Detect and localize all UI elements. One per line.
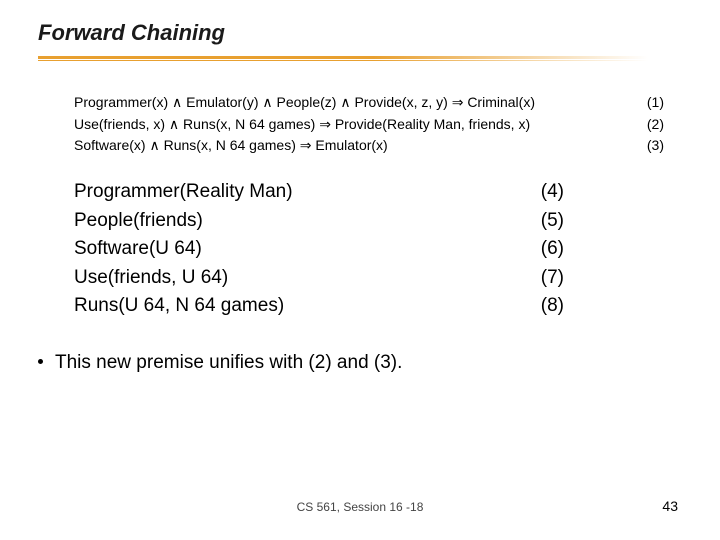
fact-number: (6) <box>520 235 564 264</box>
fact-row: Use(friends, U 64) (7) <box>74 264 564 293</box>
bullet-text: This new premise unifies with (2) and (3… <box>55 352 402 373</box>
title-underline <box>38 56 648 61</box>
fact-row: People(friends) (5) <box>74 207 564 236</box>
slide-title: Forward Chaining <box>38 20 225 46</box>
fact-text: Runs(U 64, N 64 games) <box>74 292 520 321</box>
fact-number: (4) <box>520 178 564 207</box>
fact-number: (5) <box>520 207 564 236</box>
rule-number: (2) <box>624 114 664 136</box>
rule-text: Use(friends, x) ∧ Runs(x, N 64 games) ⇒ … <box>74 114 624 136</box>
bullet-point: This new premise unifies with (2) and (3… <box>38 352 402 374</box>
rule-row: Programmer(x) ∧ Emulator(y) ∧ People(z) … <box>74 92 664 114</box>
fact-row: Software(U 64) (6) <box>74 235 564 264</box>
fact-text: People(friends) <box>74 207 520 236</box>
rule-row: Use(friends, x) ∧ Runs(x, N 64 games) ⇒ … <box>74 114 664 136</box>
fact-text: Use(friends, U 64) <box>74 264 520 293</box>
footer-text: CS 561, Session 16 -18 <box>0 500 720 514</box>
bullet-dot-icon <box>38 359 43 364</box>
fact-text: Software(U 64) <box>74 235 520 264</box>
rule-row: Software(x) ∧ Runs(x, N 64 games) ⇒ Emul… <box>74 135 664 157</box>
facts-block: Programmer(Reality Man) (4) People(frien… <box>74 178 564 321</box>
rule-number: (1) <box>624 92 664 114</box>
rules-block: Programmer(x) ∧ Emulator(y) ∧ People(z) … <box>74 92 664 157</box>
fact-number: (8) <box>520 292 564 321</box>
rule-text: Software(x) ∧ Runs(x, N 64 games) ⇒ Emul… <box>74 135 624 157</box>
fact-row: Runs(U 64, N 64 games) (8) <box>74 292 564 321</box>
fact-text: Programmer(Reality Man) <box>74 178 520 207</box>
page-number: 43 <box>662 498 678 514</box>
rule-text: Programmer(x) ∧ Emulator(y) ∧ People(z) … <box>74 92 624 114</box>
fact-row: Programmer(Reality Man) (4) <box>74 178 564 207</box>
rule-number: (3) <box>624 135 664 157</box>
fact-number: (7) <box>520 264 564 293</box>
